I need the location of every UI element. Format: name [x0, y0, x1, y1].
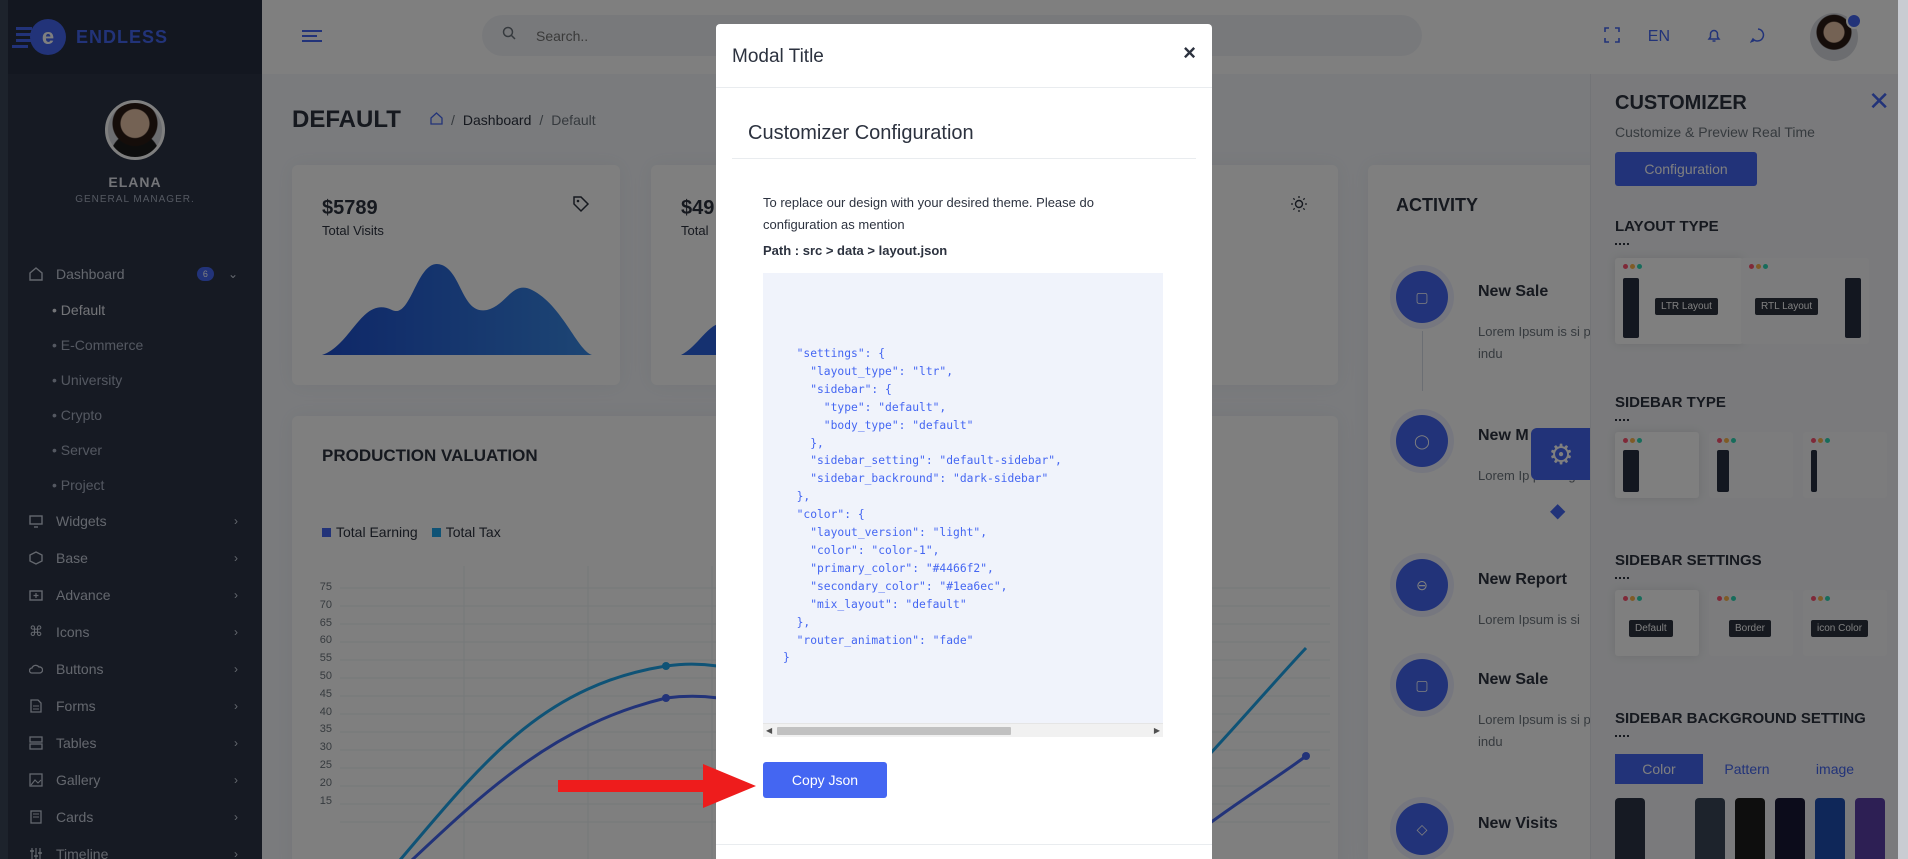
scroll-right-icon[interactable]: ▶ [1154, 726, 1160, 735]
scrollbar-thumb[interactable] [777, 727, 1011, 735]
horizontal-scrollbar[interactable]: ◀ ▶ [763, 723, 1163, 737]
window-edge [1898, 0, 1908, 859]
config-path: Path : src > data > layout.json [763, 243, 948, 258]
configuration-modal: Modal Title × Customizer Configuration T… [716, 24, 1212, 859]
divider [732, 158, 1196, 159]
config-description: To replace our design with your desired … [763, 195, 1094, 232]
close-icon[interactable]: × [1183, 40, 1196, 66]
annotation-arrow-icon [558, 764, 756, 808]
copy-json-button[interactable]: Copy Json [763, 762, 887, 798]
modal-footer-divider [716, 844, 1212, 845]
json-code: "settings": { "layout_type": "ltr", "sid… [783, 347, 1062, 665]
modal-title: Modal Title [732, 46, 824, 67]
modal-header: Modal Title × [716, 24, 1212, 88]
json-code-block[interactable]: "settings": { "layout_type": "ltr", "sid… [763, 273, 1163, 737]
scroll-left-icon[interactable]: ◀ [766, 726, 772, 735]
config-title: Customizer Configuration [748, 122, 974, 144]
